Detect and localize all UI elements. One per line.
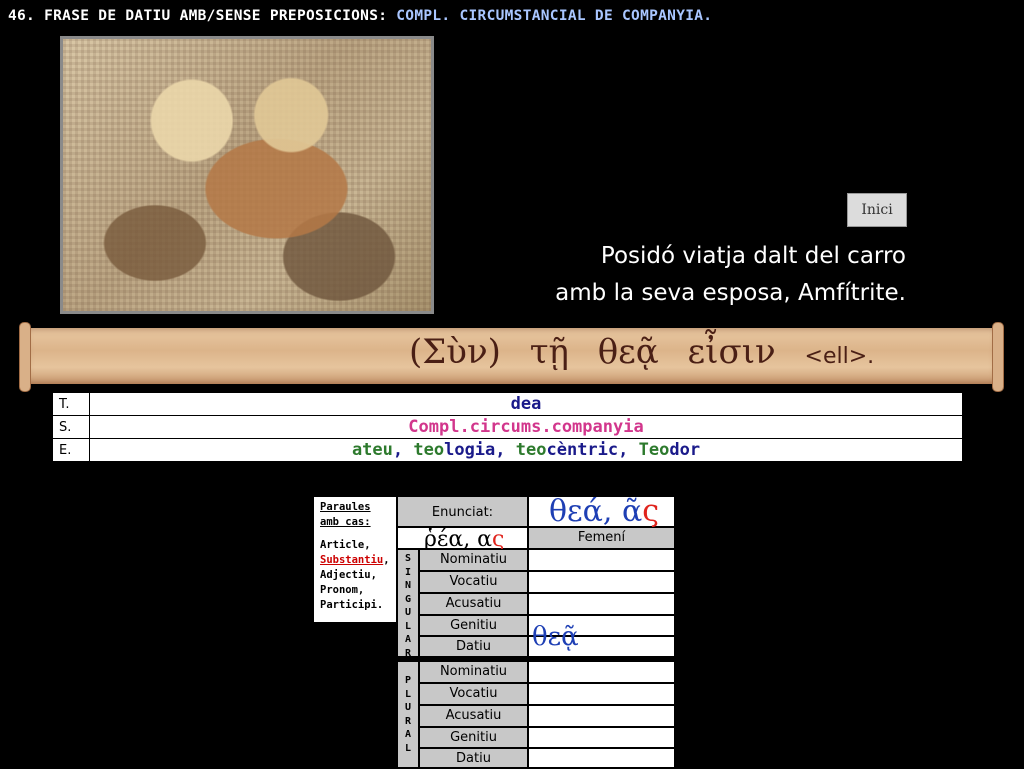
case-acusatiu: Acusatiu	[419, 593, 528, 615]
cell-sg-vocatiu[interactable]	[528, 571, 675, 593]
cell-pl-datiu[interactable]	[528, 748, 675, 768]
mosaic-image	[60, 36, 434, 314]
cell-pl-genitiu[interactable]	[528, 727, 675, 748]
highlight-substantiu: Substantiu	[320, 554, 384, 566]
case-nominatiu-pl: Nominatiu	[419, 661, 528, 683]
cell-pl-vocatiu[interactable]	[528, 683, 675, 705]
tse-table: T. dea S. Compl.circums.companyia E. ate…	[52, 392, 963, 462]
rea-form: ῥέα, ας	[397, 527, 528, 552]
row-key-s: S.	[52, 415, 90, 439]
greek-sentence: (Σὺν) τῇ θεᾷ εἶσιν <ell>.	[409, 332, 874, 372]
title-highlight: COMPL. CIRCUMSTANCIAL DE COMPANYIA.	[396, 8, 713, 24]
translation-value: dea	[89, 392, 963, 416]
row-key-t: T.	[52, 392, 90, 416]
word-types-box: Paraules amb cas: Article, Substantiu, A…	[313, 496, 397, 623]
syntax-value: Compl.circums.companyia	[89, 415, 963, 439]
cell-sg-nominatiu[interactable]	[528, 549, 675, 571]
gender-label: Femení	[528, 527, 675, 549]
etymology-value: ateu, teologia, teocèntric, Teodor	[89, 438, 963, 462]
plural-label: PLURAL	[397, 661, 419, 768]
case-nominatiu: Nominatiu	[419, 549, 528, 571]
case-vocatiu-pl: Vocatiu	[419, 683, 528, 705]
case-acusatiu-pl: Acusatiu	[419, 705, 528, 727]
enunciat-label: Enunciat:	[397, 496, 528, 527]
enunciat-form: θεά, ᾶς	[528, 496, 675, 527]
table-row: S. Compl.circums.companyia	[52, 415, 963, 439]
declension-table: Paraules amb cas: Article, Substantiu, A…	[313, 496, 675, 768]
table-row: E. ateu, teologia, teocèntric, Teodor	[52, 438, 963, 462]
cell-pl-acusatiu[interactable]	[528, 705, 675, 727]
inici-button[interactable]: Inici	[847, 193, 907, 227]
ellipsis-tag: <ell>.	[804, 344, 875, 369]
greek-sentence-text: (Σὺν) τῇ θεᾷ εἶσιν	[409, 332, 776, 372]
caption-line-2: amb la seva esposa, Amfítrite.	[555, 280, 906, 306]
case-vocatiu: Vocatiu	[419, 571, 528, 593]
cell-pl-nominatiu[interactable]	[528, 661, 675, 683]
caption: Posidó viatja dalt del carro amb la seva…	[555, 238, 906, 312]
row-key-e: E.	[52, 438, 90, 462]
table-row: T. dea	[52, 392, 963, 416]
case-genitiu: Genitiu	[419, 615, 528, 636]
case-genitiu-pl: Genitiu	[419, 727, 528, 748]
greek-sentence-scroll: (Σὺν) τῇ θεᾷ εἶσιν <ell>.	[19, 322, 1004, 392]
case-datiu: Datiu	[419, 636, 528, 657]
case-datiu-pl: Datiu	[419, 748, 528, 768]
datiu-answer: θεᾷ	[532, 622, 579, 652]
page-title: 46. FRASE DE DATIU AMB/SENSE PREPOSICION…	[8, 8, 713, 24]
caption-line-1: Posidó viatja dalt del carro	[600, 243, 906, 269]
cell-sg-acusatiu[interactable]	[528, 593, 675, 615]
singular-label: SINGULAR	[397, 549, 419, 659]
